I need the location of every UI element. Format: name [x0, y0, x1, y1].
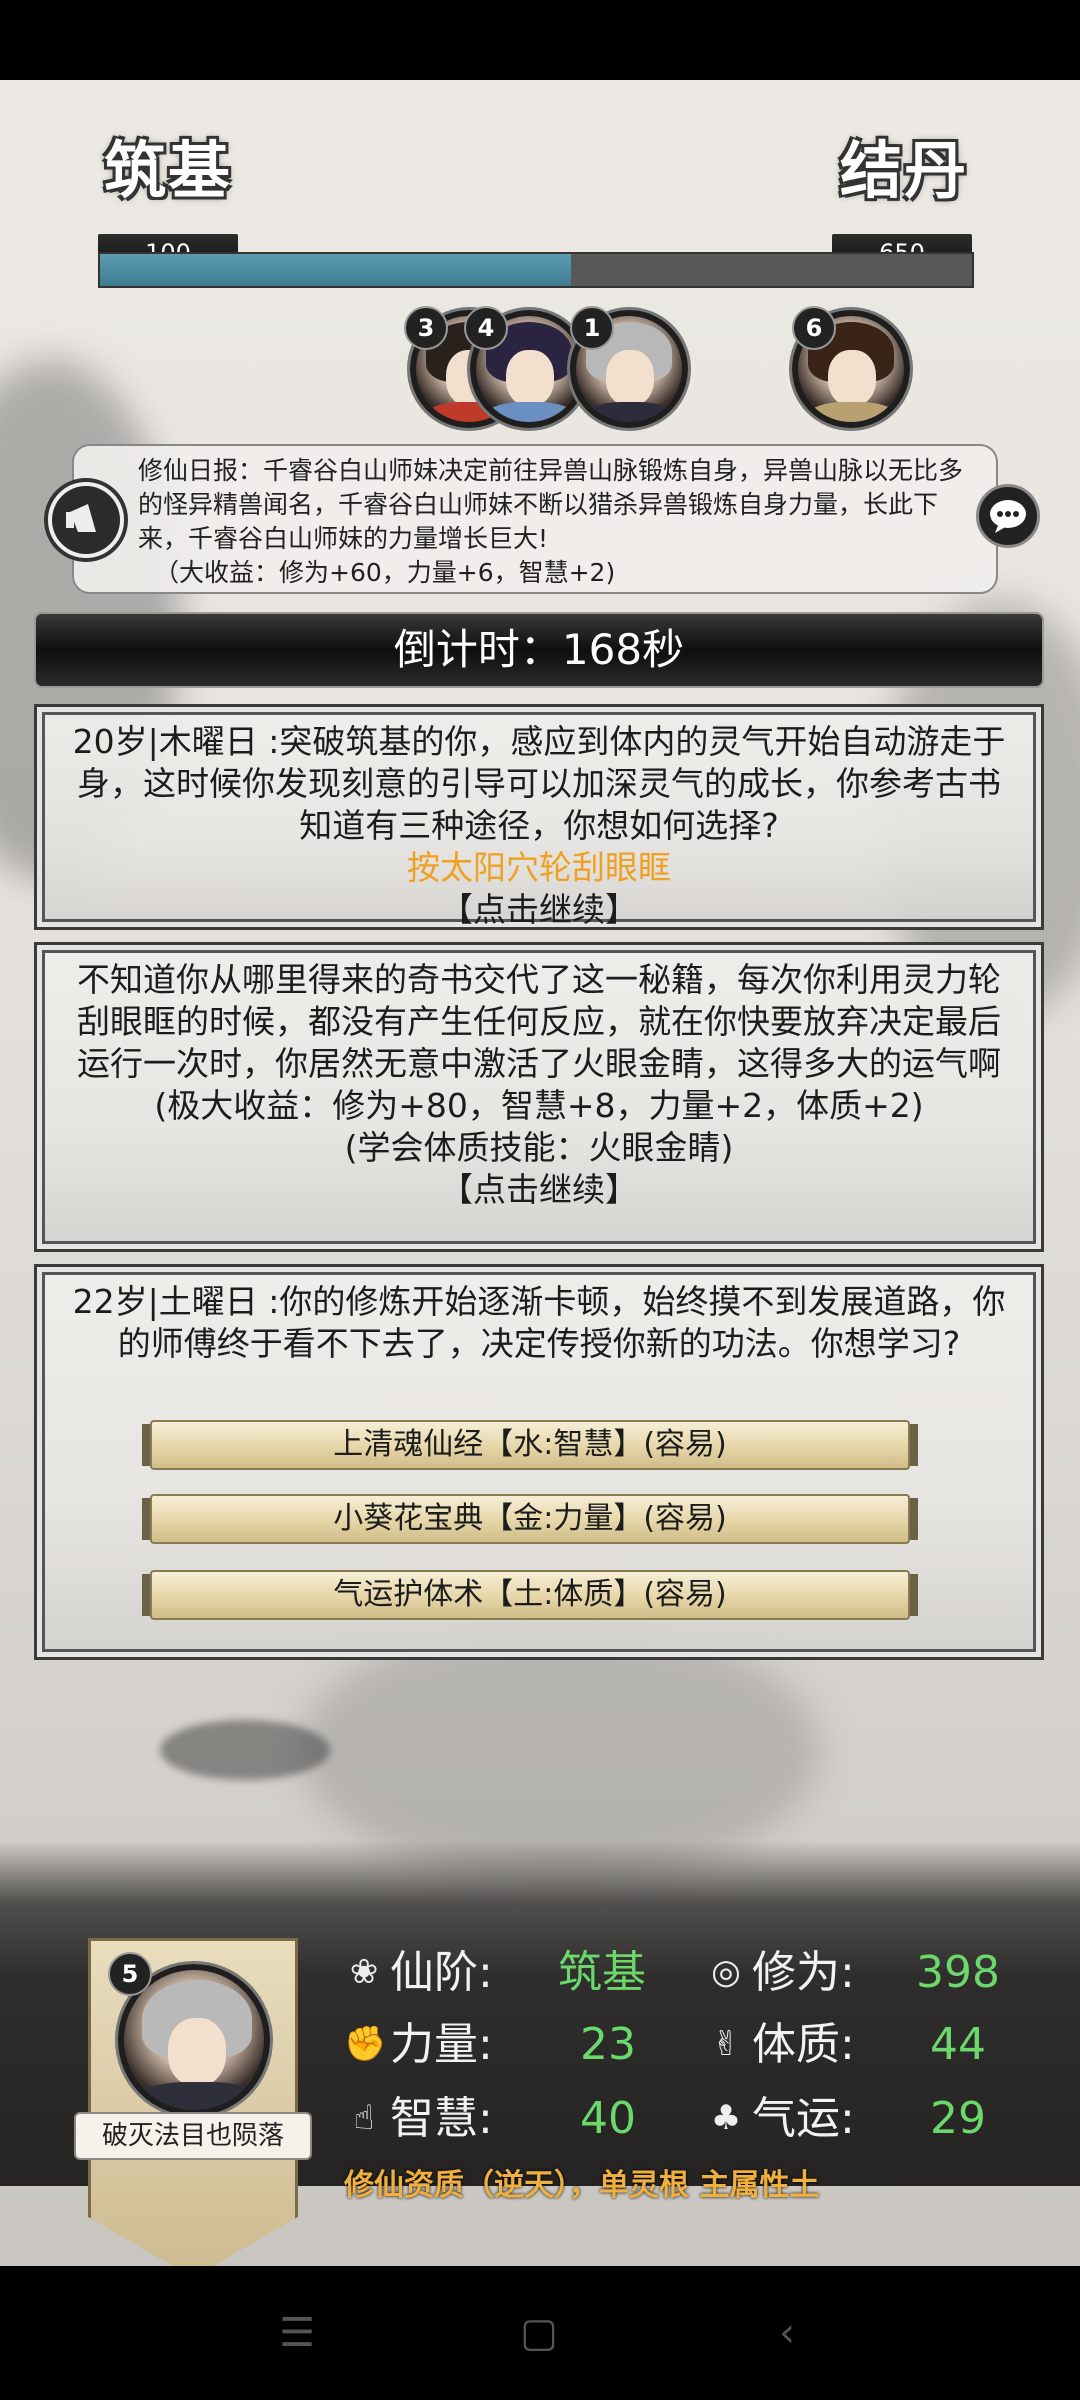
- event-card-2[interactable]: 不知道你从哪里得来的奇书交代了这一秘籍，每次你利用灵力轮刮眼眶的时候，都没有产生…: [34, 942, 1044, 1252]
- stat-value: 44: [930, 2019, 986, 2070]
- stat-wisdom: ☝ 智慧: 40: [344, 2090, 684, 2148]
- technique-option-1[interactable]: 上清魂仙经【水:智慧】(容易): [150, 1420, 910, 1470]
- daily-report-text: 修仙日报：千睿谷白山师妹决定前往异兽山脉锻炼自身，异兽山脉以无比多的怪异精兽闻名…: [138, 456, 964, 553]
- stat-realm: ❀ 仙阶: 筑基: [344, 1944, 684, 2002]
- player-badge: 5: [108, 1952, 152, 1996]
- event-text: 22岁|土曜日 :你的修炼开始逐渐卡顿，始终摸不到发展道路，你的师傅终于看不下去…: [72, 1282, 1006, 1363]
- technique-option-3[interactable]: 气运护体术【土:体质】(容易): [150, 1570, 910, 1620]
- continue-prompt[interactable]: 【点击继续】: [65, 889, 1013, 931]
- stat-value: 398: [916, 1947, 1000, 1998]
- back-icon[interactable]: ‹: [764, 2310, 810, 2356]
- clover-icon: ♣: [710, 2098, 742, 2138]
- stat-value: 29: [930, 2093, 986, 2144]
- event-skill: (学会体质技能：火眼金睛): [344, 1128, 734, 1167]
- stat-strength: ✊ 力量: 23: [344, 2016, 684, 2074]
- horn-icon[interactable]: [44, 478, 128, 562]
- event-gain: (极大收益：修为+80，智慧+8，力量+2，体质+2): [154, 1086, 924, 1125]
- daily-report-gain: （大收益：修为+60，力量+6，智慧+2): [154, 558, 616, 587]
- system-navbar: ☰ ▢ ‹: [0, 2266, 1080, 2400]
- stat-label: 智慧:: [390, 2093, 493, 2144]
- event-text: 20岁|木曜日 :突破筑基的你，感应到体内的灵气开始自动游走于身，这时候你发现刻…: [72, 722, 1006, 845]
- lotus-icon: ❀: [349, 1952, 379, 1992]
- event-text: 不知道你从哪里得来的奇书交代了这一秘籍，每次你利用灵力轮刮眼眶的时候，都没有产生…: [77, 960, 1001, 1083]
- progress-fill: [100, 254, 571, 286]
- fist-icon: ✊: [344, 2024, 387, 2064]
- swirl-icon: ◎: [711, 1952, 741, 1992]
- stat-label: 体质:: [752, 2019, 855, 2070]
- ink-boat: [160, 1720, 330, 1780]
- current-stage-name: 筑基: [104, 134, 233, 207]
- event-card-1[interactable]: 20岁|木曜日 :突破筑基的你，感应到体内的灵气开始自动游走于身，这时候你发现刻…: [34, 704, 1044, 930]
- game-screen: 筑基 100 结丹 650 3 4 1 6 修仙日报：千睿谷白山师妹决定前往异兽…: [0, 80, 1080, 2266]
- daily-report[interactable]: 修仙日报：千睿谷白山师妹决定前往异兽山脉锻炼自身，异兽山脉以无比多的怪异精兽闻名…: [72, 444, 998, 594]
- stat-value: 23: [580, 2019, 636, 2070]
- party-badge: 6: [792, 306, 836, 350]
- stat-constitution: ✌ 体质: 44: [706, 2016, 1046, 2074]
- next-stage-name: 结丹: [840, 134, 969, 207]
- stat-cultivation: ◎ 修为: 398: [706, 1944, 1046, 2002]
- stat-label: 修为:: [752, 1947, 855, 1998]
- countdown-timer: 倒计时：168秒: [34, 612, 1044, 688]
- stage-row: 筑基 100 结丹 650: [0, 120, 1080, 272]
- party-badge: 3: [404, 306, 448, 350]
- menu-icon[interactable]: ☰: [274, 2310, 320, 2356]
- stat-value: 筑基: [558, 1947, 646, 1998]
- hand-gesture-icon: ☝: [353, 2098, 375, 2138]
- home-icon[interactable]: ▢: [516, 2310, 562, 2356]
- status-bar: [0, 0, 1080, 80]
- stat-label: 力量:: [390, 2019, 493, 2070]
- stat-value: 40: [580, 2093, 636, 2144]
- chat-bubble-icon[interactable]: [976, 484, 1040, 548]
- cultivation-progress-bar: [98, 252, 974, 288]
- continue-prompt[interactable]: 【点击继续】: [65, 1169, 1013, 1211]
- stat-luck: ♣ 气运: 29: [706, 2090, 1046, 2148]
- player-aptitude: 修仙资质（逆天），单灵根 主属性土: [344, 2168, 820, 2203]
- technique-option-2[interactable]: 小葵花宝典【金:力量】(容易): [150, 1494, 910, 1544]
- stat-label: 气运:: [752, 2093, 855, 2144]
- player-title: 破灭法目也陨落: [74, 2112, 312, 2160]
- stat-label: 仙阶:: [390, 1947, 493, 1998]
- event-choice: 按太阳穴轮刮眼眶: [407, 848, 671, 887]
- muscle-icon: ✌: [711, 2024, 741, 2064]
- party-badge: 4: [464, 306, 508, 350]
- party-badge: 1: [570, 306, 614, 350]
